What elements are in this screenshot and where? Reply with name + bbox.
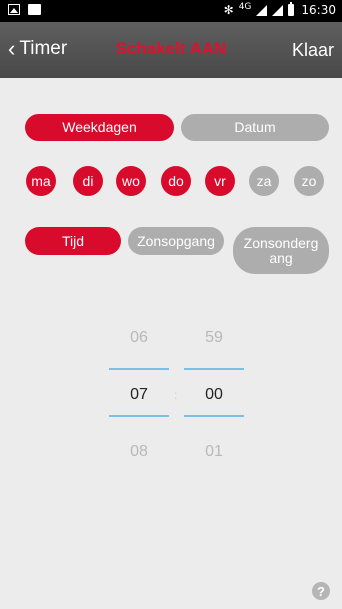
signal-icon-2 xyxy=(272,4,284,16)
day-toggle-ma[interactable]: ma xyxy=(26,166,56,196)
app-header: ‹ Timer Schakelt AAN Klaar xyxy=(0,22,342,78)
tab-weekdays[interactable]: Weekdagen xyxy=(25,114,174,141)
clock: 16:30 xyxy=(301,3,336,17)
help-icon[interactable]: ? xyxy=(312,582,330,600)
minute-next[interactable]: 01 xyxy=(184,443,244,461)
tab-sunset[interactable]: Zonsonderg ang xyxy=(233,227,329,274)
minute-prev[interactable]: 59 xyxy=(184,329,244,347)
tab-date[interactable]: Datum xyxy=(181,114,329,141)
day-toggle-di[interactable]: di xyxy=(73,166,103,196)
hour-selected[interactable]: 07 xyxy=(109,386,169,404)
image-notification-icon xyxy=(8,4,20,15)
day-toggle-za[interactable]: za xyxy=(249,166,279,196)
network-type: 4G xyxy=(238,2,252,12)
hour-divider-bottom xyxy=(109,415,169,417)
day-toggle-do[interactable]: do xyxy=(161,166,191,196)
day-toggle-vr[interactable]: vr xyxy=(205,166,235,196)
time-separator: : xyxy=(174,388,178,402)
minute-divider-top xyxy=(184,368,244,370)
tab-sunset-label-2: ang xyxy=(269,249,293,266)
hour-divider-top xyxy=(109,368,169,370)
hour-next[interactable]: 08 xyxy=(109,443,169,461)
battery-icon xyxy=(288,2,295,16)
tab-sunrise[interactable]: Zonsopgang xyxy=(128,227,224,255)
tab-sunset-label-1: Zonsonderg xyxy=(243,234,319,251)
minute-divider-bottom xyxy=(184,415,244,417)
tab-time[interactable]: Tijd xyxy=(25,227,121,255)
page-title: Schakelt AAN xyxy=(115,39,227,58)
bluetooth-icon: ✻ xyxy=(223,3,234,17)
done-button[interactable]: Klaar xyxy=(292,40,334,61)
status-bar: ✻ 4G 16:30 xyxy=(0,0,342,22)
hour-prev[interactable]: 06 xyxy=(109,329,169,347)
signal-icon xyxy=(256,4,268,16)
minute-selected[interactable]: 00 xyxy=(184,386,244,404)
day-toggle-zo[interactable]: zo xyxy=(294,166,324,196)
app-notification-icon xyxy=(28,4,41,15)
day-toggle-wo[interactable]: wo xyxy=(116,166,146,196)
